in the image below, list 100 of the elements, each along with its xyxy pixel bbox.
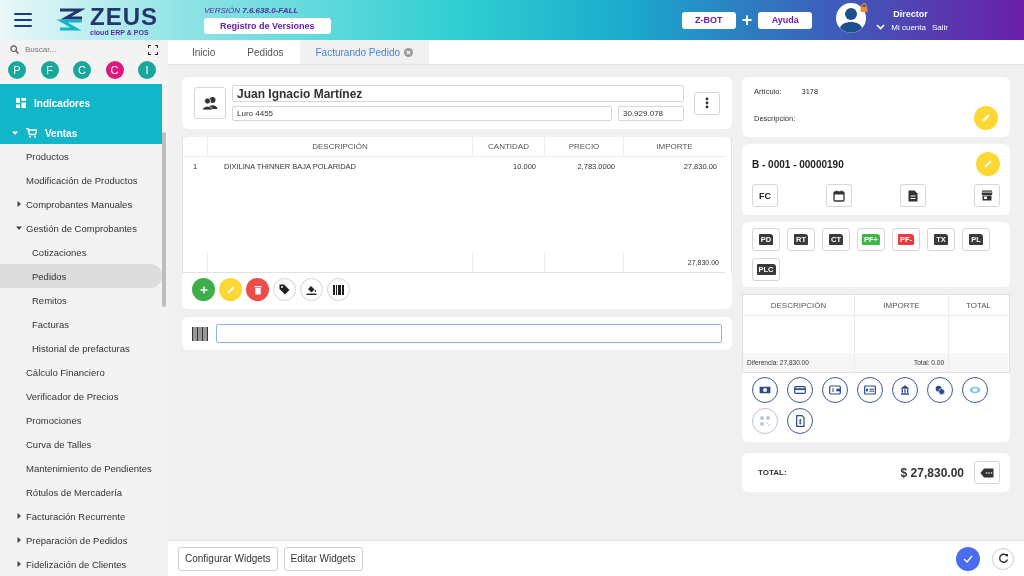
help-button[interactable]: Ayuda	[758, 11, 813, 29]
plus-icon	[199, 285, 208, 294]
add-button[interactable]	[192, 278, 215, 301]
caret-down-icon	[16, 225, 22, 231]
paint-bucket-icon	[306, 284, 317, 295]
sidebar-item[interactable]: Historial de prefacturas	[0, 336, 162, 360]
qr-code-icon	[757, 413, 773, 429]
document-icon	[908, 189, 918, 202]
shortcut-button[interactable]: C	[105, 60, 124, 79]
tag-button[interactable]	[273, 278, 296, 301]
search-icon	[10, 45, 19, 55]
payment-method-button[interactable]	[962, 377, 988, 403]
account-link[interactable]: Mi cuenta	[891, 22, 926, 32]
confirm-button[interactable]	[956, 546, 980, 571]
versions-button[interactable]: Registro de Versiones	[204, 18, 331, 34]
document-button[interactable]	[900, 184, 926, 207]
column-header: CANTIDAD	[472, 137, 544, 157]
wallet-icon	[827, 382, 843, 398]
column-header: DESCRIPCIÓN	[207, 137, 472, 157]
tag-icon	[980, 467, 994, 478]
sidebar-item[interactable]: Curva de Talles	[0, 432, 162, 456]
tag-icon	[279, 284, 290, 295]
lock-icon	[860, 3, 869, 12]
sidebar-item[interactable]: Mantenimiento de Pendientes	[0, 456, 162, 480]
fill-button[interactable]	[300, 278, 323, 301]
more-icon	[705, 97, 709, 109]
dashboard-icon	[16, 98, 26, 108]
fullscreen-icon[interactable]	[148, 44, 158, 55]
barcode-button[interactable]	[327, 278, 350, 301]
search-field[interactable]: Buscar...	[23, 44, 144, 56]
sidebar-item[interactable]: Facturación Recurrente	[0, 504, 162, 528]
refresh-icon	[997, 553, 1009, 564]
scrollbar[interactable]	[162, 132, 166, 307]
column-header: PRECIO	[544, 137, 623, 157]
calendar-icon	[833, 189, 845, 202]
sidebar-item[interactable]: Productos	[0, 144, 162, 168]
sidebar-item[interactable]: Fidelización de Clientes	[0, 552, 162, 576]
payment-method-button[interactable]	[857, 377, 883, 403]
bot-button[interactable]: Z-BOT	[681, 11, 736, 29]
document-type-button[interactable]: FC	[752, 184, 778, 207]
logo-name: ZEUS	[90, 4, 158, 29]
total-label: TOTAL:	[758, 468, 788, 477]
store-button[interactable]	[974, 184, 1000, 207]
sidebar-item[interactable]: Cálculo Financiero	[0, 360, 162, 384]
sidebar-item[interactable]: Modificación de Productos	[0, 168, 162, 192]
chevron-down-icon[interactable]	[876, 24, 886, 30]
refresh-button[interactable]	[992, 547, 1014, 570]
sidebar-item[interactable]: Promociones	[0, 408, 162, 432]
close-icon[interactable]	[404, 47, 413, 57]
caret-right-icon	[16, 537, 22, 543]
version-text: VERSIÓN 7.6.638.0-FALL	[204, 6, 299, 15]
menu-button[interactable]	[14, 13, 32, 27]
payment-method-button[interactable]	[787, 408, 813, 434]
sidebar-item[interactable]: Gestión de Comprobantes	[0, 216, 162, 240]
barcode-field[interactable]	[216, 324, 722, 343]
total-amount: $ 27,830.00	[900, 465, 964, 480]
caret-right-icon	[16, 513, 22, 519]
user-role: Director	[893, 8, 929, 19]
barcode-icon	[333, 284, 344, 295]
delete-button[interactable]	[246, 278, 269, 301]
sidebar-item[interactable]: Cotizaciones	[0, 240, 162, 264]
sidebar-item[interactable]: Comprobantes Manuales	[0, 192, 162, 216]
sidebar-item[interactable]: Facturas	[0, 312, 162, 336]
avatar-icon	[836, 3, 867, 33]
logout-link[interactable]: Salir	[932, 22, 948, 32]
barcode-icon	[192, 326, 208, 341]
payment-method-button[interactable]	[752, 377, 778, 403]
sidebar-item[interactable]: Remitos	[0, 288, 162, 312]
widget-button[interactable]: Editar Widgets	[283, 546, 363, 571]
pencil-icon	[981, 113, 991, 123]
tag-button[interactable]	[974, 461, 1000, 484]
sidebar-item[interactable]: Preparación de Pedidos	[0, 528, 162, 552]
customer-button[interactable]	[194, 87, 226, 119]
address-field[interactable]: Luro 4455	[232, 106, 612, 121]
calendar-button[interactable]	[826, 184, 852, 207]
column-header: TOTAL	[948, 295, 1008, 316]
column-header: IMPORTE	[623, 137, 725, 157]
trash-icon	[253, 284, 262, 295]
id-card-icon	[862, 382, 878, 398]
payment-method-button[interactable]	[892, 377, 918, 403]
caret-down-icon	[12, 130, 18, 136]
column-header: IMPORTE	[854, 295, 948, 316]
users-icon	[202, 96, 218, 110]
sidebar-item[interactable]: Pedidos	[0, 264, 162, 288]
pencil-icon	[983, 159, 993, 169]
pencil-icon	[225, 284, 236, 295]
caret-right-icon	[16, 201, 22, 207]
logo-mark-icon	[56, 7, 86, 33]
sidebar-item[interactable]: Verificador de Precios	[0, 384, 162, 408]
sidebar-item[interactable]: Rótulos de Mercadería	[0, 480, 162, 504]
widget-button[interactable]: Configurar Widgets	[178, 546, 278, 571]
payment-method-button[interactable]	[822, 377, 848, 403]
document-field[interactable]: 30.929.078	[618, 106, 684, 121]
cart-icon	[26, 128, 37, 138]
customer-name-field[interactable]: Juan Ignacio Martínez	[232, 85, 684, 102]
caret-right-icon	[16, 561, 22, 567]
payment-method-button[interactable]	[787, 377, 813, 403]
plus-sign: +	[741, 9, 753, 31]
payment-method-button[interactable]	[927, 377, 953, 403]
column-header: DESCRIPCIÓN	[743, 295, 854, 316]
